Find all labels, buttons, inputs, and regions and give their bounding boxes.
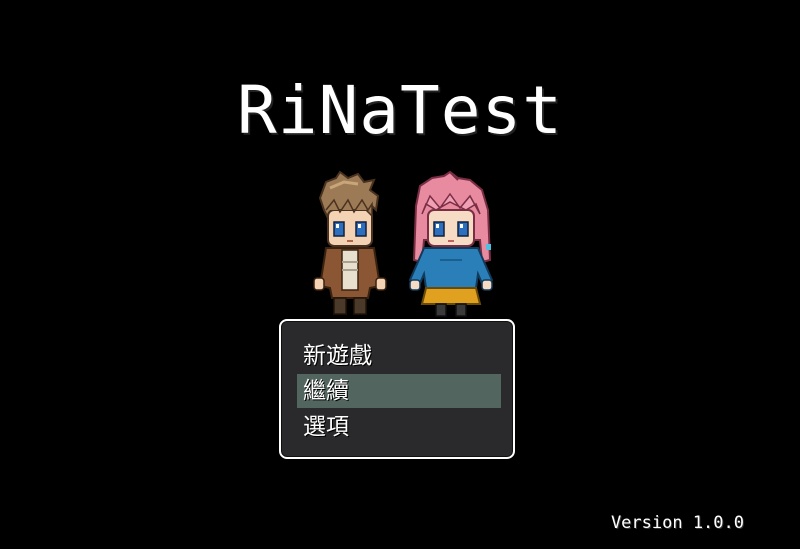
boy-sprite: [313, 170, 387, 315]
game-title: RiNaTest: [237, 72, 563, 149]
menu-item-new-game[interactable]: 新遊戲: [297, 339, 501, 373]
title-menu-window: 新遊戲 繼續 選項: [279, 319, 515, 459]
characters-illustration: [313, 170, 494, 317]
character-sprites: [300, 170, 505, 318]
girl-sprite: [408, 170, 494, 317]
menu-item-continue[interactable]: 繼續: [297, 374, 501, 408]
version-label: Version 1.0.0: [610, 513, 744, 533]
menu-item-options[interactable]: 選項: [297, 410, 501, 444]
